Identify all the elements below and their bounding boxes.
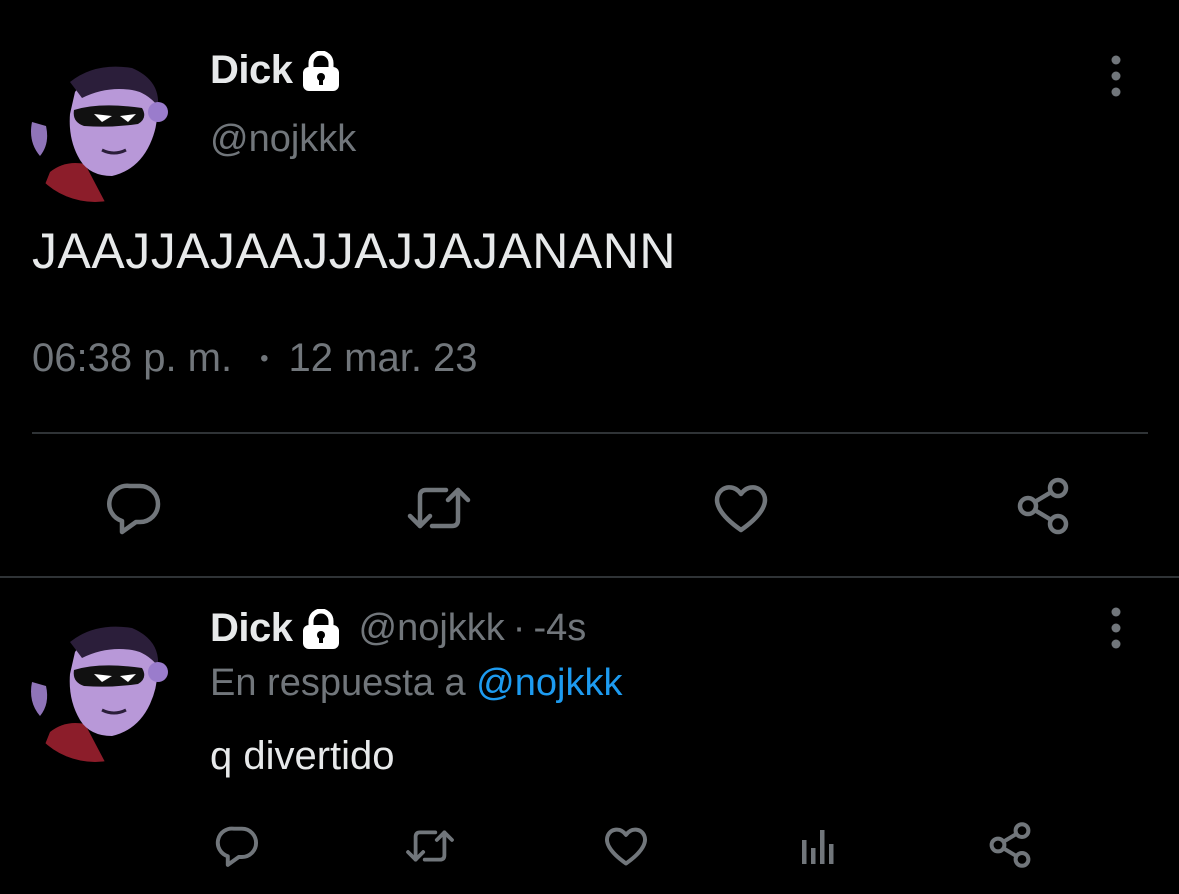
tweet-date: 12 mar. 23 — [288, 336, 478, 380]
retweet-button[interactable] — [398, 818, 462, 874]
reply-mention-link[interactable]: @nojkkk — [476, 662, 622, 704]
reply-button[interactable] — [206, 818, 270, 874]
lock-icon — [302, 50, 339, 91]
reply-icon — [215, 826, 258, 867]
share-button[interactable] — [1008, 474, 1078, 538]
meta-separator: · — [512, 607, 526, 649]
display-name[interactable]: Dick — [210, 48, 293, 93]
tweet-timestamp[interactable]: 06:38 p. m. • 12 mar. 23 — [32, 336, 478, 381]
tweet-text: JAAJJAJAAJJAJJAJANANN — [32, 223, 676, 279]
like-button[interactable] — [706, 478, 776, 538]
share-icon — [1017, 477, 1069, 535]
more-vertical-icon[interactable] — [1106, 54, 1126, 98]
share-icon — [989, 822, 1031, 868]
analytics-button[interactable] — [786, 818, 850, 874]
replying-to: En respuesta a @nojkkk — [210, 662, 622, 705]
lock-icon — [302, 608, 339, 649]
thread-divider — [0, 576, 1179, 578]
author-name-row[interactable]: Dick @nojkkk · -4s — [210, 606, 586, 651]
retweet-icon — [407, 487, 471, 529]
retweet-icon — [406, 830, 454, 862]
avatar[interactable] — [20, 612, 170, 762]
divider — [32, 432, 1148, 434]
tweet-time: 06:38 p. m. — [32, 336, 233, 380]
retweet-button[interactable] — [404, 478, 474, 538]
author-name-row[interactable]: Dick — [210, 48, 343, 93]
display-name[interactable]: Dick — [210, 606, 293, 651]
reply-icon — [107, 483, 161, 535]
relative-time[interactable]: -4s — [533, 607, 586, 650]
meta-separator: • — [260, 344, 269, 372]
tweet-text: q divertido — [210, 734, 395, 778]
handle[interactable]: @nojkkk — [359, 607, 505, 650]
like-button[interactable] — [594, 818, 658, 874]
like-icon — [714, 485, 768, 533]
analytics-icon — [802, 830, 834, 864]
avatar[interactable] — [20, 52, 170, 202]
reply-prefix: En respuesta a — [210, 662, 466, 704]
reply-button[interactable] — [100, 478, 170, 538]
share-button[interactable] — [978, 816, 1042, 874]
more-vertical-icon[interactable] — [1106, 606, 1126, 650]
like-icon — [605, 827, 647, 866]
handle[interactable]: @nojkkk — [210, 118, 356, 161]
